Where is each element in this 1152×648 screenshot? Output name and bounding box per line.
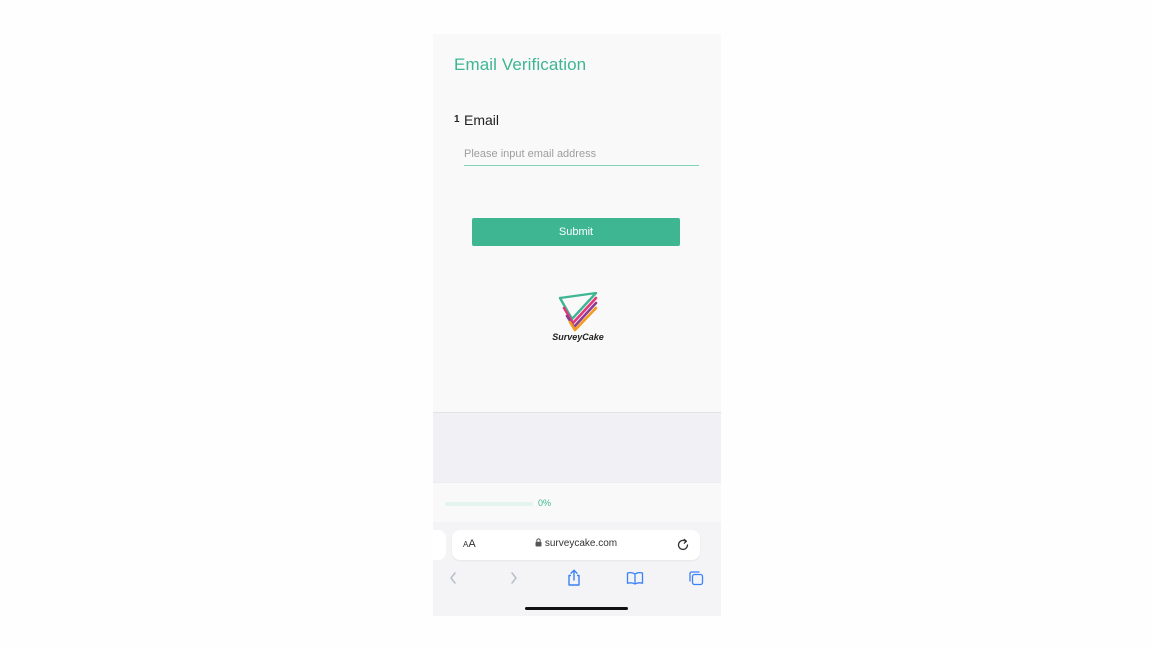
logo-wordmark: SurveyCake [552,332,604,342]
phone-screen: Email Verification 1 Email Submit Survey… [433,34,721,616]
browser-bottom-bar: AA surveycake.com [433,522,721,616]
surveycake-logo-icon [558,292,598,332]
back-button[interactable] [441,566,465,590]
bookmarks-button[interactable] [623,566,647,590]
home-indicator [525,607,628,610]
previous-tab-address-bar[interactable] [433,530,446,560]
chevron-left-icon [450,572,456,584]
survey-page: Email Verification 1 Email Submit Survey… [433,34,721,412]
question-number: 1 [454,114,460,125]
book-icon [626,572,644,585]
progress-percent: 0% [538,498,552,508]
lock-icon [535,538,542,547]
share-button[interactable] [562,566,586,590]
chevron-right-icon [511,572,517,584]
share-icon [568,569,580,586]
forward-button[interactable] [502,566,526,590]
email-input[interactable] [464,142,699,166]
submit-button[interactable]: Submit [472,218,680,246]
question-label: Email [464,112,500,128]
page-title: Email Verification [454,55,587,74]
surveycake-logo: SurveyCake [551,292,605,350]
progress-bar [445,502,533,506]
url-display[interactable]: surveycake.com [452,538,700,549]
address-bar[interactable]: AA surveycake.com [452,530,700,560]
empty-content-area [433,412,721,482]
tabs-button[interactable] [684,566,708,590]
browser-toolbar [433,566,721,590]
url-text: surveycake.com [544,538,618,549]
reload-icon[interactable] [676,538,690,552]
progress-footer: 0% [433,482,721,522]
tabs-icon [689,571,704,586]
